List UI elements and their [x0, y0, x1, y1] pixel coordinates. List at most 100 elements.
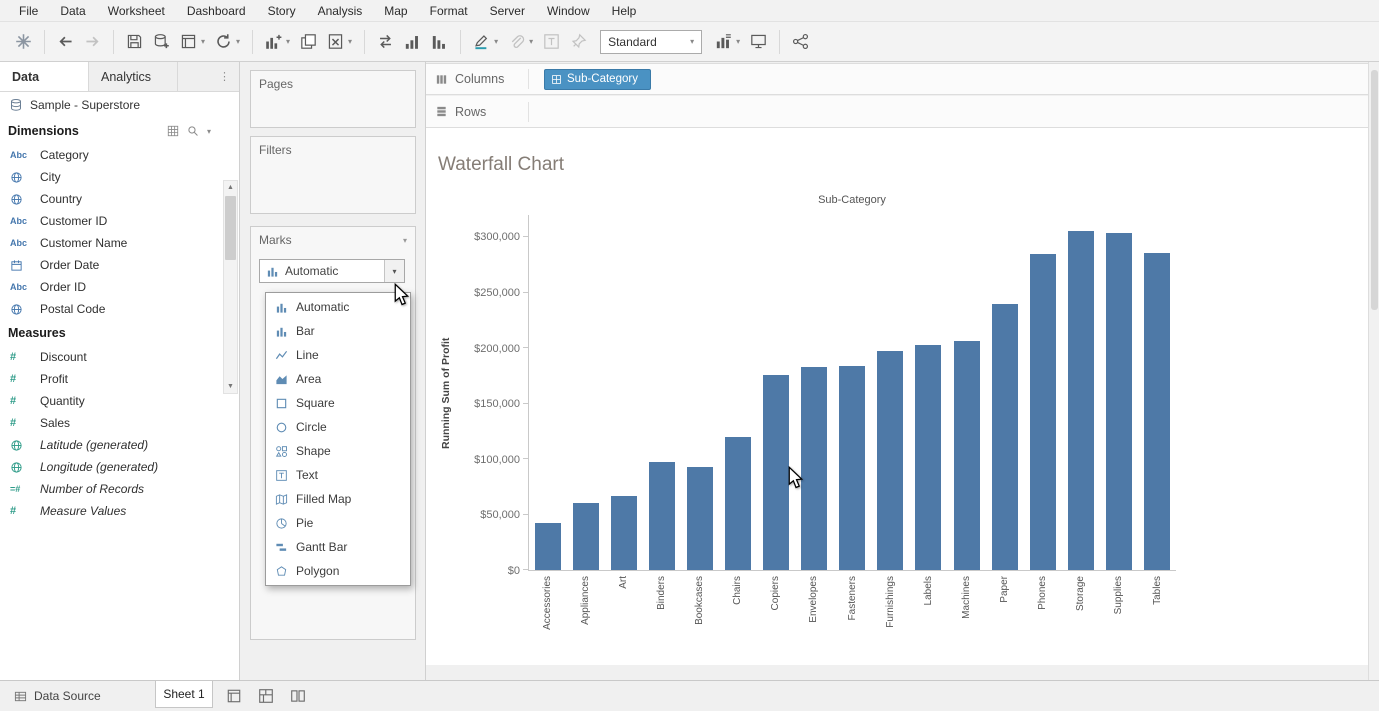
bar-paper[interactable] [992, 304, 1018, 570]
sort-caret-icon[interactable]: ▾ [207, 127, 211, 136]
dimensions-scrollbar[interactable]: ▲ ▼ [223, 180, 238, 394]
mark-type-caret-icon[interactable]: ▾ [384, 260, 404, 282]
field-discount[interactable]: #Discount [0, 346, 239, 368]
swap-axes-button[interactable] [372, 29, 399, 54]
pill-sub-category[interactable]: Sub-Category [544, 69, 651, 90]
bar-copiers[interactable] [763, 375, 789, 570]
tab-data[interactable]: Data [0, 62, 89, 91]
marks-caret-icon[interactable]: ▾ [403, 236, 407, 245]
mark-type-line[interactable]: Line [266, 343, 410, 367]
bar-supplies[interactable] [1106, 233, 1132, 570]
bar-furnishings[interactable] [877, 351, 903, 570]
mark-type-square[interactable]: Square [266, 391, 410, 415]
bar-appliances[interactable] [573, 503, 599, 570]
bar-chairs[interactable] [725, 437, 751, 570]
sort-ascending-button[interactable] [399, 29, 426, 54]
new-worksheet-button[interactable]: ▾ [175, 29, 210, 54]
field-category[interactable]: AbcCategory [0, 144, 239, 166]
field-customer-name[interactable]: AbcCustomer Name [0, 232, 239, 254]
bar-accessories[interactable] [535, 523, 561, 570]
field-number-of-records[interactable]: =#Number of Records [0, 478, 239, 500]
view-data-grid-icon[interactable] [167, 125, 179, 137]
group-members-button[interactable]: ▾ [503, 29, 538, 54]
share-button[interactable] [787, 29, 814, 54]
datasource-item[interactable]: Sample - Superstore [0, 92, 239, 118]
new-worksheet-button[interactable] [222, 684, 246, 708]
field-postal-code[interactable]: Postal Code [0, 298, 239, 320]
field-longitude-generated[interactable]: Longitude (generated) [0, 456, 239, 478]
menu-data[interactable]: Data [49, 4, 96, 18]
pane-options-icon[interactable]: ⋮ [210, 62, 239, 91]
bar-binders[interactable] [649, 462, 675, 570]
menu-window[interactable]: Window [536, 4, 601, 18]
bar-storage[interactable] [1068, 231, 1094, 570]
scrollbar-thumb[interactable] [225, 196, 236, 260]
menu-worksheet[interactable]: Worksheet [97, 4, 176, 18]
redo-button[interactable] [79, 29, 106, 54]
mark-type-circle[interactable]: Circle [266, 415, 410, 439]
field-country[interactable]: Country [0, 188, 239, 210]
bar-art[interactable] [611, 496, 637, 570]
new-dashboard-button[interactable] [254, 684, 278, 708]
refresh-data-button[interactable]: ▾ [210, 29, 245, 54]
new-story-button[interactable] [286, 684, 310, 708]
sheet-tab-sheet1[interactable]: Sheet 1 [155, 681, 213, 708]
save-button[interactable] [121, 29, 148, 54]
menu-story[interactable]: Story [257, 4, 307, 18]
duplicate-sheet-button[interactable] [295, 29, 322, 54]
field-customer-id[interactable]: AbcCustomer ID [0, 210, 239, 232]
field-sales[interactable]: #Sales [0, 412, 239, 434]
tab-analytics[interactable]: Analytics [89, 62, 178, 91]
show-mark-labels-button[interactable]: ▾ [710, 29, 745, 54]
vertical-scrollbar[interactable] [1368, 62, 1379, 680]
text-label-button[interactable] [538, 29, 565, 54]
mark-type-polygon[interactable]: Polygon [266, 559, 410, 583]
menu-analysis[interactable]: Analysis [307, 4, 374, 18]
menu-map[interactable]: Map [373, 4, 418, 18]
fit-selector[interactable]: Standard▾ [600, 30, 702, 54]
mark-type-text[interactable]: Text [266, 463, 410, 487]
mark-type-select[interactable]: Automatic ▾ [259, 259, 405, 283]
field-city[interactable]: City [0, 166, 239, 188]
pages-shelf[interactable]: Pages [250, 70, 416, 128]
fix-axes-button[interactable] [565, 29, 592, 54]
mark-type-bar[interactable]: Bar [266, 319, 410, 343]
field-measure-values[interactable]: #Measure Values [0, 500, 239, 522]
mark-type-pie[interactable]: Pie [266, 511, 410, 535]
data-source-tab[interactable]: Data Source [6, 684, 109, 708]
bar-phones[interactable] [1030, 254, 1056, 570]
menu-dashboard[interactable]: Dashboard [176, 4, 257, 18]
menu-file[interactable]: File [8, 4, 49, 18]
bar-envelopes[interactable] [801, 367, 827, 570]
clear-sheet-button[interactable]: ▾ [322, 29, 357, 54]
bar-bookcases[interactable] [687, 467, 713, 570]
mark-type-gantt-bar[interactable]: Gantt Bar [266, 535, 410, 559]
field-profit[interactable]: #Profit [0, 368, 239, 390]
menu-format[interactable]: Format [419, 4, 479, 18]
bar-labels[interactable] [915, 345, 941, 570]
field-quantity[interactable]: #Quantity [0, 390, 239, 412]
field-latitude-generated[interactable]: Latitude (generated) [0, 434, 239, 456]
rows-shelf[interactable]: Rows [426, 96, 1368, 128]
tableau-logo-button[interactable] [10, 29, 37, 54]
menu-server[interactable]: Server [479, 4, 536, 18]
scroll-up-icon[interactable]: ▲ [224, 181, 237, 194]
mark-type-area[interactable]: Area [266, 367, 410, 391]
bar-machines[interactable] [954, 341, 980, 570]
field-order-date[interactable]: Order Date [0, 254, 239, 276]
highlight-button[interactable]: ▾ [468, 29, 503, 54]
columns-shelf[interactable]: Columns Sub-Category [426, 63, 1368, 95]
mark-type-filled-map[interactable]: Filled Map [266, 487, 410, 511]
search-icon[interactable] [187, 125, 199, 137]
presentation-mode-button[interactable] [745, 29, 772, 54]
add-data-source-button[interactable] [148, 29, 175, 54]
field-order-id[interactable]: AbcOrder ID [0, 276, 239, 298]
mark-type-automatic[interactable]: Automatic [266, 295, 410, 319]
undo-button[interactable] [52, 29, 79, 54]
add-field-button[interactable]: ▾ [260, 29, 295, 54]
filters-shelf[interactable]: Filters [250, 136, 416, 214]
mark-type-shape[interactable]: Shape [266, 439, 410, 463]
bar-fasteners[interactable] [839, 366, 865, 570]
sort-descending-button[interactable] [426, 29, 453, 54]
scrollbar-thumb[interactable] [1371, 70, 1378, 310]
